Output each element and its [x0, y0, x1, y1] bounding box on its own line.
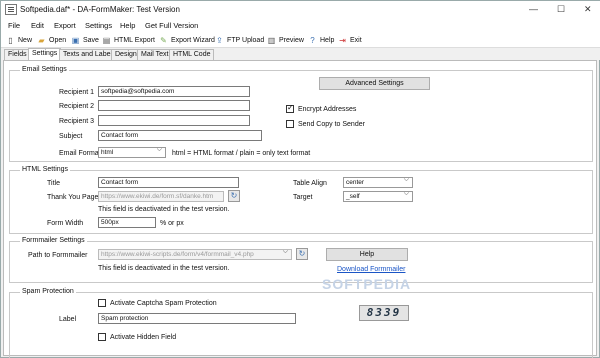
toolbar-new-button[interactable]: ▯ New: [6, 35, 32, 46]
recipient1-label: Recipient 1: [59, 89, 95, 96]
browse-icon[interactable]: ↻: [228, 190, 240, 202]
preview-icon: ▥: [267, 36, 276, 45]
group-title: Spam Protection: [20, 288, 76, 295]
download-formmailer-link[interactable]: Download Formmailer: [337, 266, 405, 273]
html-settings-group: HTML Settings Title Contact form Thank Y…: [9, 166, 593, 234]
captcha-checkbox[interactable]: [98, 299, 106, 307]
recipient2-label: Recipient 2: [59, 103, 95, 110]
tab-settings[interactable]: Settings: [28, 48, 62, 60]
save-icon: ▣: [71, 36, 80, 45]
exit-icon: ⇥: [339, 36, 346, 45]
recipient3-label: Recipient 3: [59, 118, 95, 125]
maximize-button[interactable]: ☐: [557, 4, 565, 15]
toolbar-label: FTP Upload: [227, 37, 265, 44]
captcha-image: 8339: [359, 305, 409, 321]
toolbar-html-export-button[interactable]: ▤ HTML Export: [102, 35, 155, 46]
formmailer-path-select: https://www.ekiwi-scripts.de/form/v4/for…: [98, 248, 292, 260]
settings-panel: Email Settings Recipient 1 softpedia@sof…: [3, 60, 597, 358]
formmailer-settings-group: Formmailer Settings Path to Formmailer h…: [9, 237, 593, 283]
softpedia-watermark: SOFTPEDIA: [322, 276, 412, 292]
advanced-settings-button[interactable]: Advanced Settings: [319, 77, 430, 90]
window-title: Softpedia.daf* - DA-FormMaker: Test Vers…: [20, 5, 180, 14]
toolbar-exit-button[interactable]: ⇥ Exit: [338, 35, 362, 46]
html-title-label: Title: [47, 180, 60, 187]
group-title: Email Settings: [20, 66, 69, 73]
tab-strip: Fields Settings Texts and Labels Design …: [1, 48, 600, 60]
recipient3-input[interactable]: [98, 115, 250, 126]
tab-fields[interactable]: Fields: [4, 49, 31, 60]
hidden-field-label: Activate Hidden Field: [110, 334, 177, 341]
toolbar-label: Preview: [279, 37, 304, 44]
formmailer-deactivated-note: This field is deactivated in the test ve…: [98, 265, 230, 272]
toolbar-ftp-upload-button[interactable]: ⇪ FTP Upload: [215, 35, 264, 46]
app-window: Softpedia.daf* - DA-FormMaker: Test Vers…: [0, 0, 600, 358]
menu-file[interactable]: File: [8, 21, 20, 30]
toolbar-save-button[interactable]: ▣ Save: [71, 35, 99, 46]
thankyou-label: Thank You Page: [47, 194, 99, 201]
recipient1-input[interactable]: softpedia@softpedia.com: [98, 86, 250, 97]
open-folder-icon: ▰: [38, 36, 45, 45]
toolbar: ▯ New ▰ Open ▣ Save ▤ HTML Export ✎ Export Wi…: [1, 32, 600, 48]
thankyou-deactivated-note: This field is deactivated in the test ve…: [98, 206, 230, 213]
form-width-label: Form Width: [47, 220, 84, 227]
group-title: Formmailer Settings: [20, 237, 87, 244]
formmailer-path-label: Path to Formmailer: [28, 252, 88, 259]
target-label: Target: [293, 194, 313, 201]
subject-label: Subject: [59, 133, 83, 140]
email-settings-group: Email Settings Recipient 1 softpedia@sof…: [9, 66, 593, 162]
email-format-select[interactable]: html: [98, 146, 166, 158]
table-align-label: Table Align: [293, 180, 327, 187]
ftp-upload-icon: ⇪: [216, 36, 223, 45]
title-bar: Softpedia.daf* - DA-FormMaker: Test Vers…: [1, 1, 600, 19]
help-icon: ?: [310, 36, 315, 45]
encrypt-addresses-label: Encrypt Addresses: [298, 106, 357, 113]
toolbar-export-wizard-button[interactable]: ✎ Export Wizard: [159, 35, 215, 46]
captcha-label: Activate Captcha Spam Protection: [110, 300, 217, 307]
toolbar-label: Help: [320, 37, 335, 44]
email-format-hint: html = HTML format / plain = only text f…: [172, 150, 311, 157]
html-export-icon: ▤: [102, 36, 111, 45]
toolbar-label: Exit: [350, 37, 362, 44]
thankyou-input: https://www.ekiwi.de/form.sf/danke.htm: [98, 191, 224, 202]
html-title-input[interactable]: Contact form: [98, 177, 239, 188]
recipient2-input[interactable]: [98, 100, 250, 111]
subject-input[interactable]: Contact form: [98, 130, 262, 141]
browse-icon[interactable]: ↻: [296, 248, 308, 260]
minimize-button[interactable]: —: [529, 4, 538, 14]
tab-mail-text[interactable]: Mail Text: [137, 49, 173, 60]
menu-get-full-version[interactable]: Get Full Version: [145, 21, 198, 30]
close-button[interactable]: ✕: [584, 4, 592, 15]
send-copy-checkbox[interactable]: [286, 120, 294, 128]
form-width-unit: % or px: [160, 220, 184, 227]
app-icon: [5, 4, 17, 15]
email-format-label: Email Format: [59, 150, 101, 157]
group-title: HTML Settings: [20, 166, 71, 173]
target-select[interactable]: _self: [343, 190, 413, 202]
wizard-icon: ✎: [160, 36, 167, 45]
tab-html-code[interactable]: HTML Code: [169, 49, 215, 60]
table-align-select[interactable]: center: [343, 176, 413, 188]
spam-label-label: Label: [59, 316, 77, 323]
spam-protection-group: Spam Protection Activate Captcha Spam Pr…: [9, 288, 593, 358]
formmailer-help-button[interactable]: Help: [326, 248, 408, 261]
toolbar-label: HTML Export: [114, 37, 155, 44]
toolbar-label: New: [18, 37, 33, 44]
hidden-field-checkbox[interactable]: [98, 333, 106, 341]
toolbar-help-button[interactable]: ? Help: [308, 35, 334, 46]
toolbar-label: Save: [83, 37, 99, 44]
toolbar-label: Export Wizard: [171, 37, 215, 44]
menu-export[interactable]: Export: [54, 21, 76, 30]
new-doc-icon: ▯: [8, 36, 13, 45]
menu-bar: File Edit Export Settings Help Get Full …: [1, 19, 600, 32]
menu-edit[interactable]: Edit: [31, 21, 44, 30]
form-width-input[interactable]: 500px: [98, 217, 156, 228]
toolbar-open-button[interactable]: ▰ Open: [37, 35, 66, 46]
menu-settings[interactable]: Settings: [85, 21, 112, 30]
menu-help[interactable]: Help: [120, 21, 135, 30]
toolbar-label: Open: [49, 37, 67, 44]
encrypt-addresses-checkbox[interactable]: [286, 103, 294, 113]
send-copy-label: Send Copy to Sender: [298, 121, 365, 128]
toolbar-preview-button[interactable]: ▥ Preview: [267, 35, 304, 46]
spam-label-input[interactable]: Spam protection: [98, 313, 296, 324]
